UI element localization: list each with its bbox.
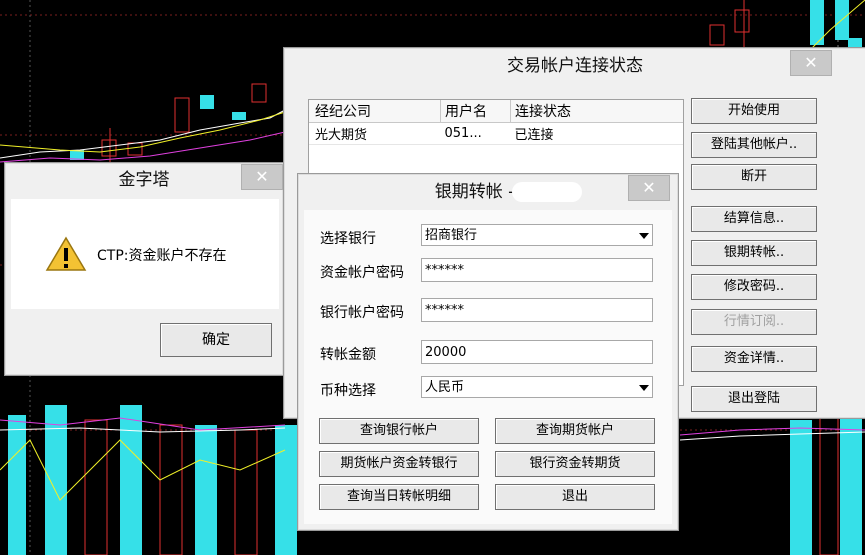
fund-password-label: 资金帐户密码 xyxy=(320,265,404,281)
disconnect-button[interactable]: 断开 xyxy=(691,164,817,190)
bank-select[interactable]: 招商银行 xyxy=(421,224,653,246)
bank-to-futures-button[interactable]: 银行资金转期货 xyxy=(495,451,655,477)
account-table: 经纪公司 用户名 连接状态 光大期货 051... 已连接 xyxy=(309,100,683,145)
currency-select[interactable]: 人民币 xyxy=(421,376,653,398)
fund-details-button[interactable]: 资金详情.. xyxy=(691,346,817,372)
settlement-info-button[interactable]: 结算信息.. xyxy=(691,206,817,232)
change-password-button[interactable]: 修改密码.. xyxy=(691,274,817,300)
exit-button[interactable]: 退出 xyxy=(495,484,655,510)
close-icon[interactable]: ✕ xyxy=(628,175,670,201)
close-icon[interactable]: ✕ xyxy=(241,164,283,190)
currency-select-label: 币种选择 xyxy=(320,383,376,399)
ok-button[interactable]: 确定 xyxy=(160,323,272,357)
market-subscription-button[interactable]: 行情订阅.. xyxy=(691,309,817,335)
currency-select-value: 人民币 xyxy=(425,380,465,395)
fund-password-field[interactable]: ****** xyxy=(421,258,653,282)
column-header-status[interactable]: 连接状态 xyxy=(510,100,683,123)
error-dialog-body: CTP:资金账户不存在 xyxy=(11,199,279,309)
logout-button[interactable]: 退出登陆 xyxy=(691,386,817,412)
error-message-text: CTP:资金账户不存在 xyxy=(97,248,227,264)
bank-transfer-panel: 选择银行 招商银行 资金帐户密码 ****** 银行帐户密码 ****** 转帐… xyxy=(304,210,672,524)
bank-password-field[interactable]: ****** xyxy=(421,298,653,322)
error-message-dialog: 金字塔 ✕ CTP:资金账户不存在 确定 xyxy=(4,162,284,376)
bank-transfer-title: 银期转帐 - 05 xyxy=(298,174,678,210)
login-other-account-button[interactable]: 登陆其他帐户.. xyxy=(691,132,817,158)
redacted-account-number xyxy=(512,182,582,202)
query-today-transfers-button[interactable]: 查询当日转帐明细 xyxy=(319,484,479,510)
close-icon[interactable]: ✕ xyxy=(790,50,832,76)
bank-password-label: 银行帐户密码 xyxy=(320,305,404,321)
bank-transfer-dialog: 银期转帐 - 05 ✕ 选择银行 招商银行 资金帐户密码 ****** 银行帐户… xyxy=(297,173,679,531)
bank-select-value: 招商银行 xyxy=(425,228,478,243)
cell-broker: 光大期货 xyxy=(309,122,441,145)
bank-select-label: 选择银行 xyxy=(320,231,376,247)
amount-label: 转帐金额 xyxy=(320,347,376,363)
query-futures-account-button[interactable]: 查询期货帐户 xyxy=(495,418,655,444)
warning-icon xyxy=(45,236,87,271)
chevron-down-icon xyxy=(639,233,649,239)
cell-username: 051... xyxy=(440,122,511,145)
column-header-broker[interactable]: 经纪公司 xyxy=(309,100,441,123)
futures-to-bank-button[interactable]: 期货帐户资金转银行 xyxy=(319,451,479,477)
cell-status: 已连接 xyxy=(510,122,683,145)
column-header-username[interactable]: 用户名 xyxy=(440,100,511,123)
query-bank-account-button[interactable]: 查询银行帐户 xyxy=(319,418,479,444)
amount-field[interactable]: 20000 xyxy=(421,340,653,364)
table-row[interactable]: 光大期货 051... 已连接 xyxy=(309,122,683,145)
chevron-down-icon xyxy=(639,385,649,391)
connection-status-title: 交易帐户连接状态 xyxy=(507,56,643,76)
start-button[interactable]: 开始使用 xyxy=(691,98,817,124)
bank-futures-transfer-button[interactable]: 银期转帐.. xyxy=(691,240,817,266)
